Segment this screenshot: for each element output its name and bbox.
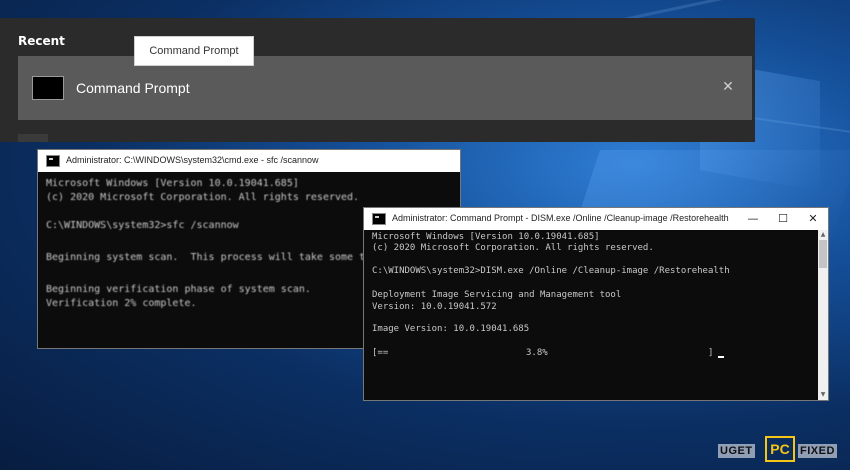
progress-bar-end: ]	[708, 348, 714, 358]
minimize-button[interactable]: —	[738, 208, 768, 230]
maximize-button[interactable]: ☐	[768, 208, 798, 230]
console-line: Verification 2% complete.	[46, 298, 197, 309]
window-title: Administrator: C:\WINDOWS\system32\cmd.e…	[66, 155, 319, 165]
scroll-down-arrow-icon[interactable]: ▼	[818, 390, 828, 400]
window-titlebar[interactable]: Administrator: Command Prompt - DISM.exe…	[364, 208, 828, 230]
console-line: Image Version: 10.0.19041.685	[372, 324, 530, 334]
tooltip: Command Prompt	[134, 36, 254, 66]
console-line: C:\WINDOWS\system32>sfc /scannow	[46, 220, 239, 231]
vertical-scrollbar[interactable]: ▲ ▼	[818, 230, 828, 400]
console-line: Version: 10.0.19041.572	[372, 302, 497, 312]
logo-pc-badge: PC	[765, 436, 795, 462]
text-cursor	[718, 356, 724, 358]
progress-percent: 3.8%	[526, 348, 548, 358]
console-line: Microsoft Windows [Version 10.0.19041.68…	[372, 232, 600, 242]
window-titlebar[interactable]: Administrator: C:\WINDOWS\system32\cmd.e…	[38, 150, 460, 172]
next-result-item[interactable]	[18, 134, 48, 142]
watermark-logo: UGET PC FIXED	[718, 436, 838, 464]
console-output[interactable]: Microsoft Windows [Version 10.0.19041.68…	[364, 230, 828, 400]
console-line: Deployment Image Servicing and Managemen…	[372, 290, 622, 300]
logo-text-left: UGET	[718, 444, 755, 458]
window-controls: — ☐ ✕	[738, 208, 828, 230]
close-button[interactable]: ✕	[798, 208, 828, 230]
recent-section-label: Recent	[18, 34, 65, 48]
logo-text-right: FIXED	[798, 444, 837, 458]
console-line: Microsoft Windows [Version 10.0.19041.68…	[46, 178, 299, 189]
console-line: (c) 2020 Microsoft Corporation. All righ…	[46, 192, 360, 203]
scroll-up-arrow-icon[interactable]: ▲	[818, 230, 828, 240]
console-line: Beginning system scan. This process will…	[46, 252, 366, 263]
console-line: Beginning verification phase of system s…	[46, 284, 311, 295]
remove-recent-close-icon[interactable]: ✕	[718, 77, 738, 97]
console-app-icon	[46, 155, 60, 167]
start-menu-search-panel: Recent Command Prompt ✕	[0, 18, 755, 142]
search-result-command-prompt[interactable]: Command Prompt ✕	[18, 56, 752, 120]
console-line: (c) 2020 Microsoft Corporation. All righ…	[372, 243, 654, 253]
window-title: Administrator: Command Prompt - DISM.exe…	[392, 213, 729, 223]
progress-bar-start: [==	[372, 348, 389, 358]
console-line: C:\WINDOWS\system32>DISM.exe /Online /Cl…	[372, 266, 730, 276]
command-prompt-icon	[32, 76, 64, 100]
search-result-label: Command Prompt	[76, 80, 190, 96]
scroll-thumb[interactable]	[819, 240, 827, 268]
dism-console-window[interactable]: Administrator: Command Prompt - DISM.exe…	[364, 208, 828, 400]
console-app-icon	[372, 213, 386, 225]
